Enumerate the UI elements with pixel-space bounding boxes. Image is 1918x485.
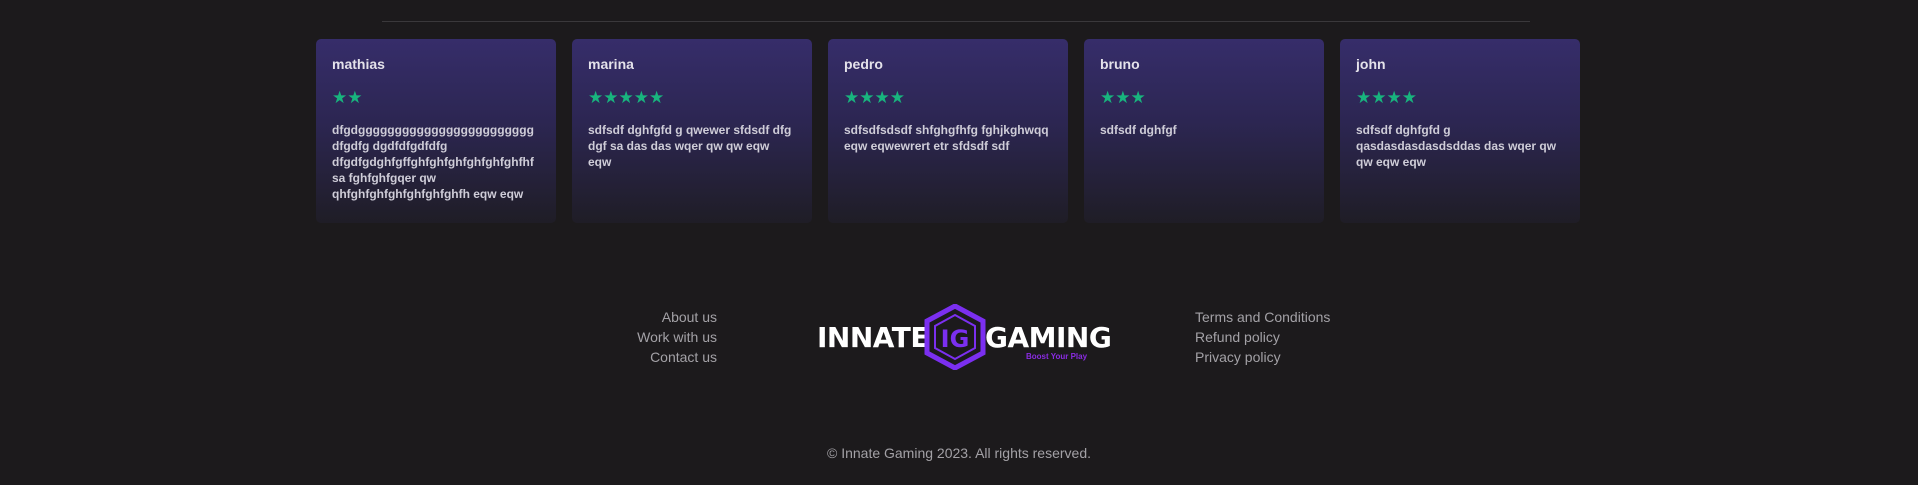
star-rating: ★★★ bbox=[1100, 88, 1146, 108]
review-card: marina ★★★★★ sdfsdf dghfgfd g qwewer sfd… bbox=[572, 39, 812, 223]
badge-letters: IG bbox=[941, 325, 970, 353]
star-rating: ★★★★ bbox=[844, 88, 905, 108]
review-card: john ★★★★ sdfsdf dghfgfd g qasdasdasdasd… bbox=[1340, 39, 1580, 223]
page: mathias ★★ dfgdgggggggggggggggggggggggg … bbox=[0, 0, 1918, 485]
logo-word-right: GAMING bbox=[985, 321, 1112, 354]
reviewer-name: mathias bbox=[332, 56, 385, 72]
logo-tagline: Boost Your Play bbox=[1026, 352, 1088, 361]
review-text: sdfsdf dghfgfd g qasdasdasdasdsddas das … bbox=[1356, 123, 1557, 169]
contact-us-link[interactable]: Contact us bbox=[637, 347, 717, 367]
reviews-section: mathias ★★ dfgdgggggggggggggggggggggggg … bbox=[316, 39, 1580, 223]
star-rating: ★★★★★ bbox=[588, 88, 665, 108]
copyright-text: © Innate Gaming 2023. All rights reserve… bbox=[826, 445, 1091, 461]
star-rating: ★★ bbox=[332, 88, 363, 108]
innate-gaming-logo[interactable]: INNATE IG GAMING Boost Your Play bbox=[817, 304, 1112, 372]
review-text: sdfsdf dghfgfd g qwewer sfdsdf dfg dgf s… bbox=[588, 123, 792, 169]
terms-link[interactable]: Terms and Conditions bbox=[1195, 307, 1330, 327]
refund-policy-link[interactable]: Refund policy bbox=[1195, 327, 1330, 347]
reviewer-name: bruno bbox=[1100, 56, 1140, 72]
reviewer-name: pedro bbox=[844, 56, 883, 72]
section-divider bbox=[382, 21, 1530, 22]
review-text: sdfsdfsdsdf shfghgfhfg fghjkghwqq eqw eq… bbox=[844, 123, 1049, 153]
review-card: pedro ★★★★ sdfsdfsdsdf shfghgfhfg fghjkg… bbox=[828, 39, 1068, 223]
star-rating: ★★★★ bbox=[1356, 88, 1417, 108]
about-us-link[interactable]: About us bbox=[637, 307, 717, 327]
footer-nav-right: Terms and Conditions Refund policy Priva… bbox=[1195, 307, 1330, 367]
review-card: bruno ★★★ sdfsdf dghfgf bbox=[1084, 39, 1324, 223]
reviewer-name: marina bbox=[588, 56, 634, 72]
hexagon-badge-icon: IG bbox=[924, 304, 986, 370]
review-text: dfgdgggggggggggggggggggggggg dfgdfg dgdf… bbox=[332, 123, 534, 201]
work-with-us-link[interactable]: Work with us bbox=[637, 327, 717, 347]
review-card: mathias ★★ dfgdgggggggggggggggggggggggg … bbox=[316, 39, 556, 223]
reviewer-name: john bbox=[1356, 56, 1386, 72]
footer-nav-left: About us Work with us Contact us bbox=[637, 307, 717, 367]
review-text: sdfsdf dghfgf bbox=[1100, 123, 1177, 137]
privacy-policy-link[interactable]: Privacy policy bbox=[1195, 347, 1330, 367]
logo-word-left: INNATE bbox=[817, 321, 930, 354]
